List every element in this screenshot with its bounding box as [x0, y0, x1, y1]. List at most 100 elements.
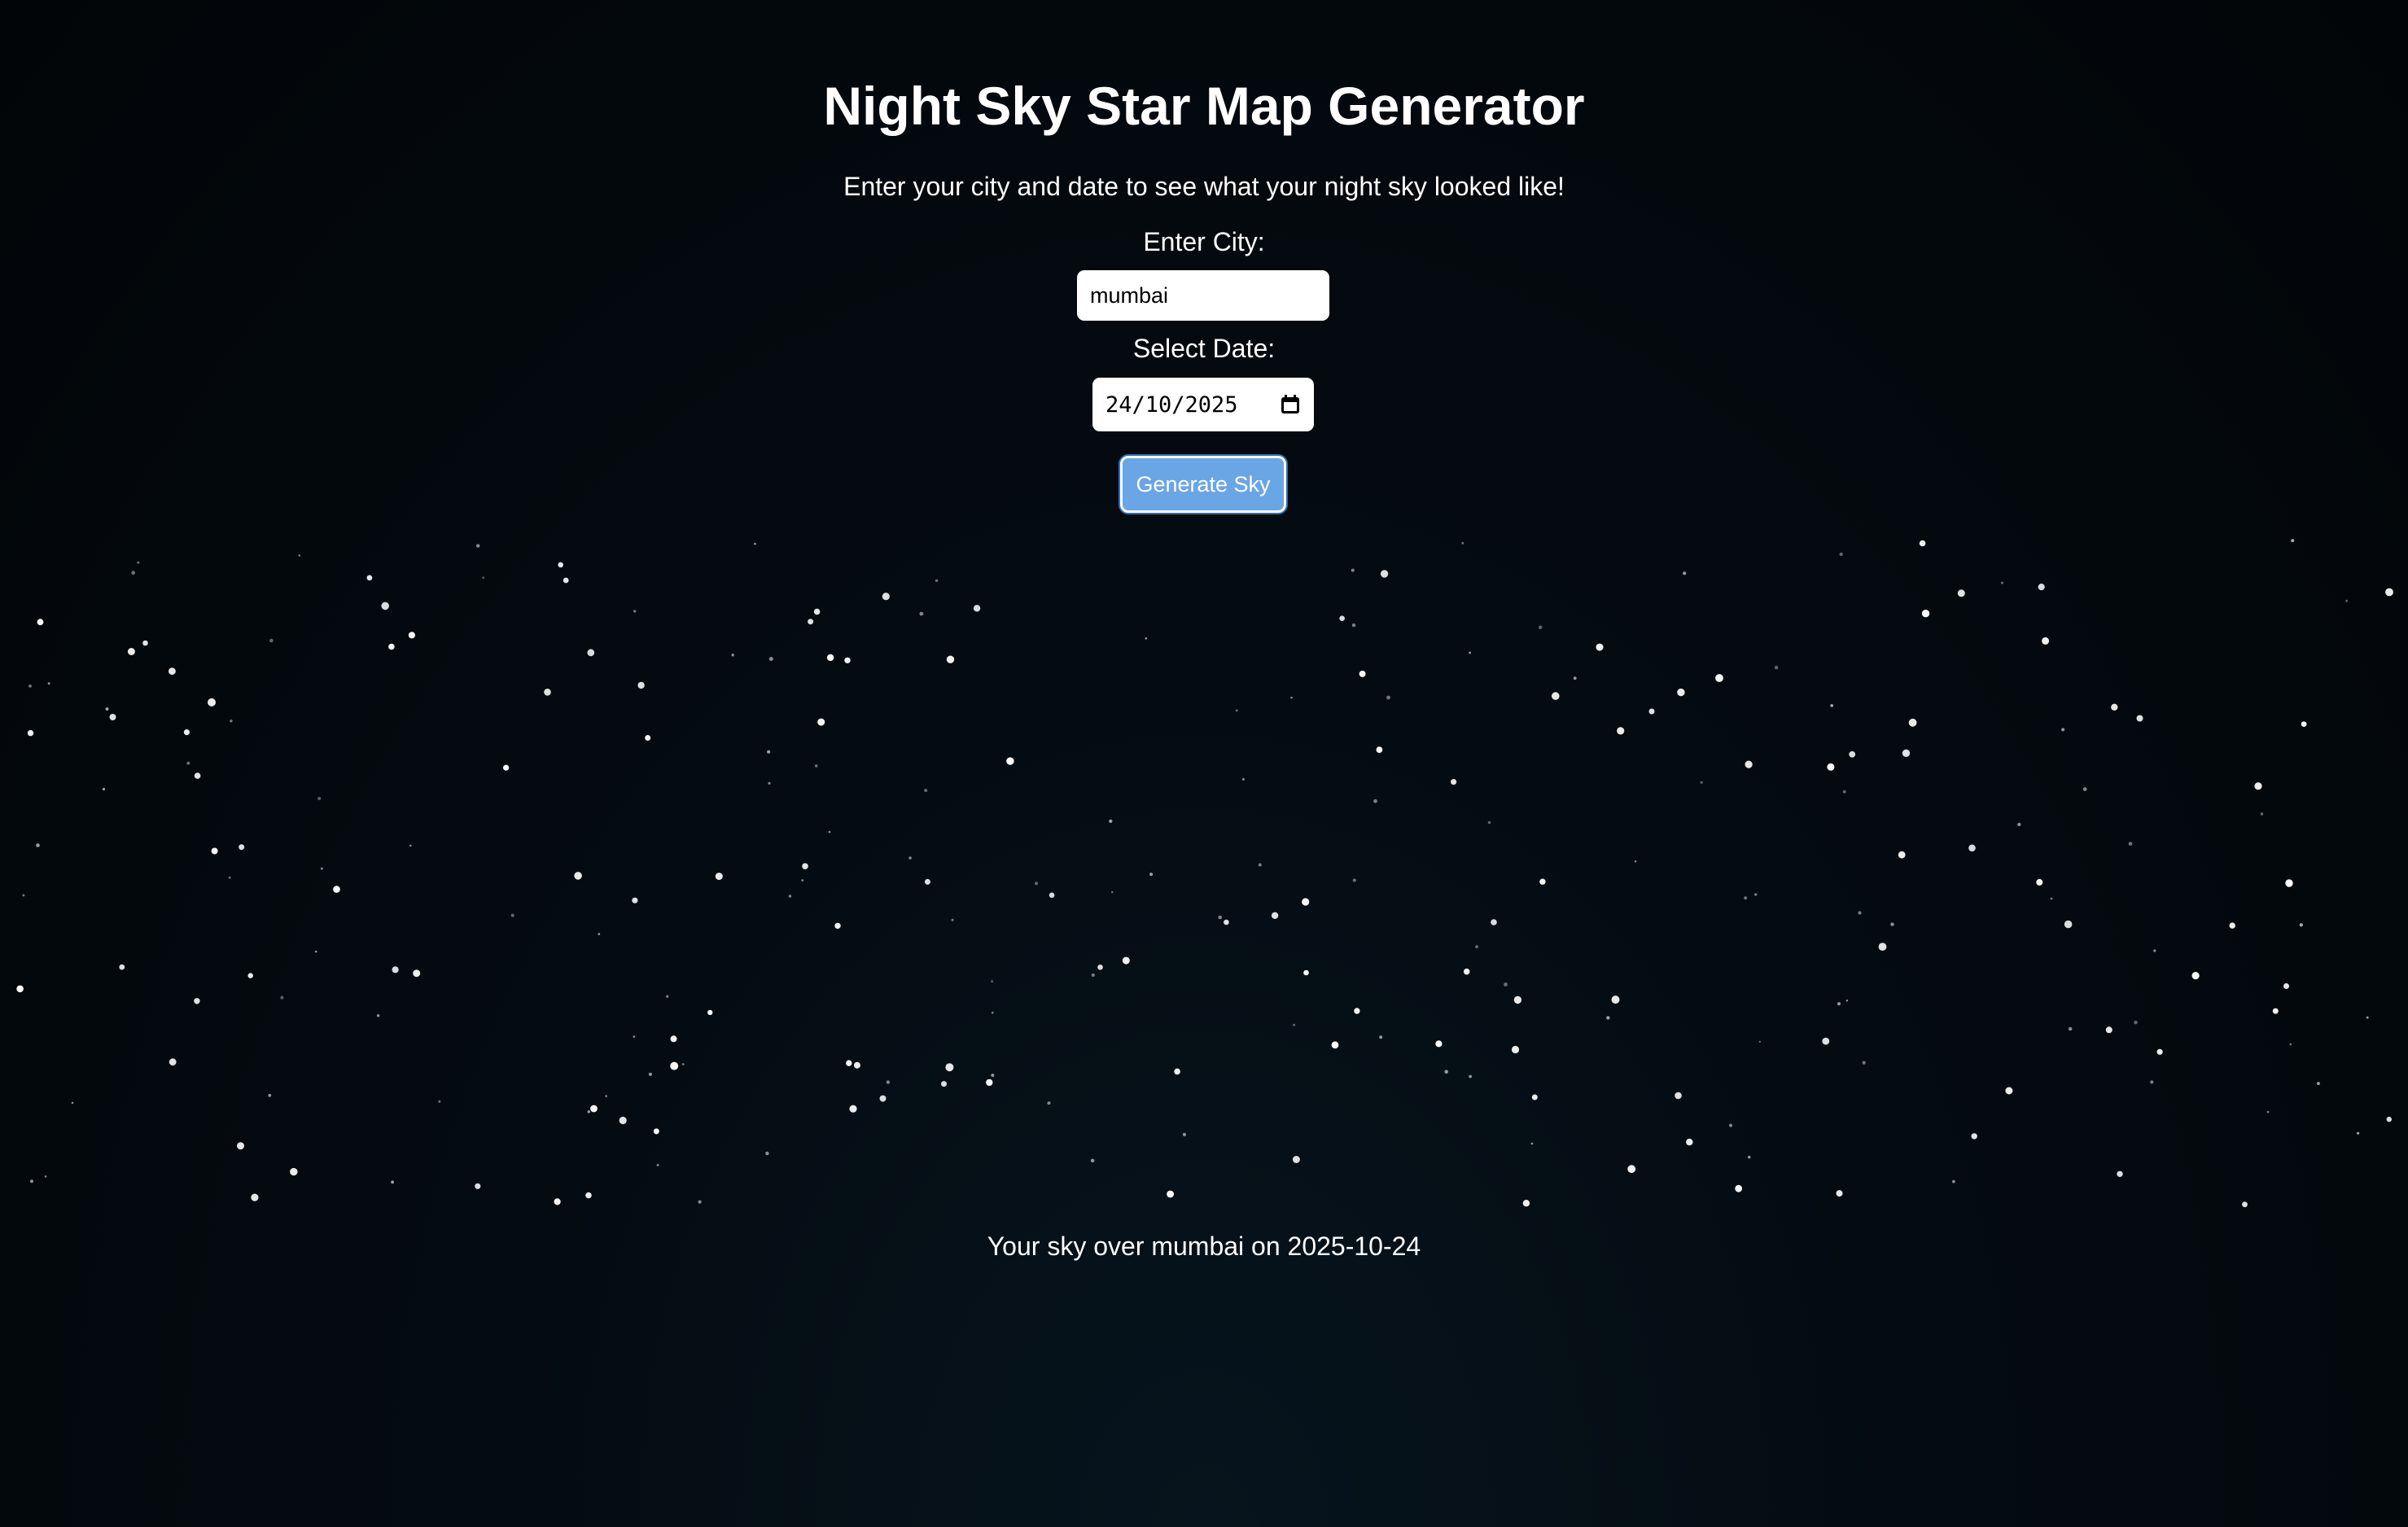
star	[1858, 911, 1862, 915]
star	[1435, 1040, 1443, 1048]
star	[1339, 615, 1345, 621]
star	[2038, 584, 2045, 591]
calendar-icon[interactable]	[1280, 394, 1301, 415]
star	[194, 772, 201, 779]
star	[1303, 969, 1309, 976]
star	[1302, 898, 1310, 906]
star	[194, 998, 200, 1004]
star	[211, 847, 218, 855]
page-title: Night Sky Star Map Generator	[823, 76, 1585, 136]
star	[2291, 539, 2295, 543]
star	[1109, 819, 1113, 824]
star	[2191, 972, 2200, 980]
star	[2136, 715, 2143, 722]
star	[808, 619, 814, 625]
star	[924, 878, 930, 885]
star	[1919, 540, 1926, 547]
star	[409, 844, 412, 847]
page: Night Sky Star Map Generator Enter your …	[0, 0, 2408, 1527]
star	[1174, 1068, 1180, 1075]
star	[16, 985, 24, 993]
star	[698, 1200, 702, 1204]
star	[1878, 943, 1887, 951]
star	[2150, 1080, 2154, 1084]
generate-sky-button[interactable]: Generate Sky	[1120, 456, 1286, 513]
star	[637, 681, 645, 689]
star	[1380, 570, 1389, 578]
star	[2316, 1082, 2320, 1086]
star	[563, 577, 569, 584]
star	[2105, 1026, 2112, 1034]
star	[598, 933, 601, 935]
star	[945, 1063, 954, 1072]
star	[986, 1079, 993, 1087]
star	[882, 593, 890, 601]
date-label: Select Date:	[1132, 334, 1276, 363]
star	[817, 718, 825, 726]
star	[1908, 718, 1917, 727]
star	[142, 640, 148, 646]
star	[1444, 1070, 1448, 1074]
star	[131, 571, 135, 575]
star	[1830, 704, 1834, 707]
star	[788, 895, 792, 898]
star	[320, 867, 323, 870]
star	[951, 918, 954, 921]
star	[1837, 1002, 1841, 1006]
star	[879, 1095, 887, 1102]
star	[1354, 1008, 1360, 1014]
star	[2068, 1026, 2073, 1031]
star	[280, 995, 284, 1000]
star	[1683, 571, 1687, 575]
star	[1862, 1061, 1866, 1065]
star	[1968, 844, 1976, 852]
star	[1971, 1133, 1977, 1140]
star	[1552, 692, 1560, 700]
star	[1728, 1123, 1733, 1127]
star	[376, 1014, 380, 1017]
star	[37, 619, 44, 626]
date-input[interactable]: 24/10/2025	[1092, 378, 1314, 431]
star	[1469, 651, 1471, 654]
star	[587, 1110, 591, 1114]
star	[834, 922, 841, 930]
star	[2050, 897, 2053, 900]
star	[47, 682, 50, 685]
star	[908, 856, 912, 860]
star	[392, 966, 399, 974]
star	[381, 602, 390, 610]
star	[1491, 919, 1497, 925]
star	[510, 913, 514, 917]
star	[2153, 949, 2156, 952]
star	[1293, 1023, 1296, 1026]
star	[1774, 665, 1779, 670]
star	[1090, 1158, 1095, 1163]
star	[2229, 922, 2235, 929]
star	[619, 1116, 627, 1125]
star	[826, 654, 834, 662]
city-input[interactable]	[1077, 270, 1329, 321]
star	[71, 1101, 74, 1105]
star	[1111, 890, 1114, 894]
star	[1258, 863, 1262, 867]
star	[645, 735, 651, 741]
sky-caption: Your sky over mumbai on 2025-10-24	[987, 1232, 1421, 1261]
star	[1745, 760, 1753, 768]
star	[1292, 1156, 1300, 1163]
star	[2001, 581, 2003, 584]
star	[1049, 892, 1055, 899]
star	[2117, 1170, 2123, 1178]
star	[169, 667, 176, 675]
star	[731, 654, 734, 657]
star	[585, 1192, 592, 1199]
star	[1511, 1045, 1520, 1054]
star	[438, 1100, 441, 1103]
star	[228, 876, 231, 879]
star	[1167, 1190, 1174, 1198]
star	[1675, 1092, 1682, 1100]
star	[1487, 820, 1491, 825]
star	[1677, 688, 1685, 697]
star	[1522, 1200, 1530, 1207]
star	[544, 689, 551, 696]
star	[1735, 1184, 1743, 1192]
